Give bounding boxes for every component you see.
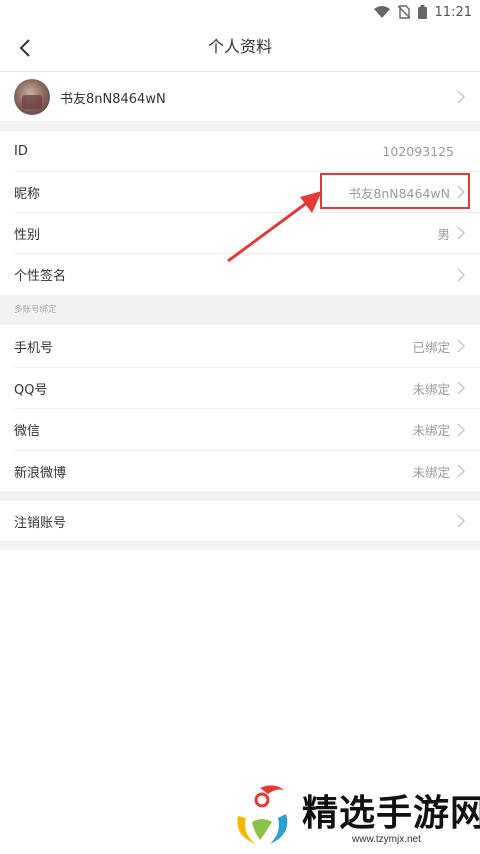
section-gap	[0, 541, 480, 550]
row-value: 未绑定	[412, 381, 450, 397]
chevron-right-icon	[457, 267, 466, 282]
wifi-icon	[373, 6, 390, 18]
chevron-right-icon	[457, 90, 466, 104]
row-value: 未绑定	[412, 464, 450, 480]
highlight-box	[320, 173, 470, 209]
watermark-url: www.tzymjx.net	[352, 834, 421, 845]
row-wechat[interactable]: 微信 未绑定	[0, 409, 480, 450]
section-gap	[0, 491, 480, 501]
row-label: ID	[14, 143, 28, 159]
section-title-bind: 多账号绑定	[0, 295, 480, 325]
no-sim-icon	[397, 5, 410, 19]
row-label: 手机号	[14, 340, 54, 356]
row-qq[interactable]: QQ号 未绑定	[0, 368, 480, 408]
row-weibo[interactable]: 新浪微博 未绑定	[0, 451, 480, 491]
status-time: 11:21	[434, 4, 472, 20]
page-title: 个人资料	[207, 37, 272, 56]
watermark: 精选手游网 www.tzymjx.net	[230, 780, 480, 852]
header-bar: 个人资料	[0, 24, 480, 72]
battery-icon	[417, 5, 427, 19]
profile-row[interactable]: 书友8nN8464wN	[0, 73, 480, 121]
profile-username: 书友8nN8464wN	[60, 91, 166, 107]
annotation-arrow-icon	[227, 191, 322, 263]
row-cancel-account[interactable]: 注销账号	[0, 501, 480, 541]
row-value: 未绑定	[412, 423, 450, 438]
chevron-right-icon	[457, 381, 466, 395]
section-gap	[0, 121, 480, 131]
chevron-right-icon	[457, 226, 466, 240]
row-label: QQ号	[14, 382, 48, 398]
row-label: 新浪微博	[14, 465, 67, 481]
brand-logo-icon	[237, 785, 288, 844]
chevron-right-icon	[457, 339, 466, 353]
watermark-brand: 精选手游网	[302, 793, 480, 834]
status-bar: 11:21	[0, 0, 480, 24]
row-value: 102093125	[382, 143, 454, 159]
row-value: 已绑定	[412, 339, 450, 355]
row-value: 男	[437, 226, 450, 242]
row-label: 微信	[14, 424, 41, 439]
row-label: 个性签名	[14, 269, 67, 284]
row-label: 注销账号	[14, 515, 67, 531]
chevron-right-icon	[457, 464, 466, 478]
avatar	[14, 79, 50, 115]
chevron-right-icon	[457, 514, 466, 528]
row-id: ID 102093125	[0, 131, 480, 171]
chevron-right-icon	[457, 422, 466, 437]
row-phone[interactable]: 手机号 已绑定	[0, 325, 480, 367]
